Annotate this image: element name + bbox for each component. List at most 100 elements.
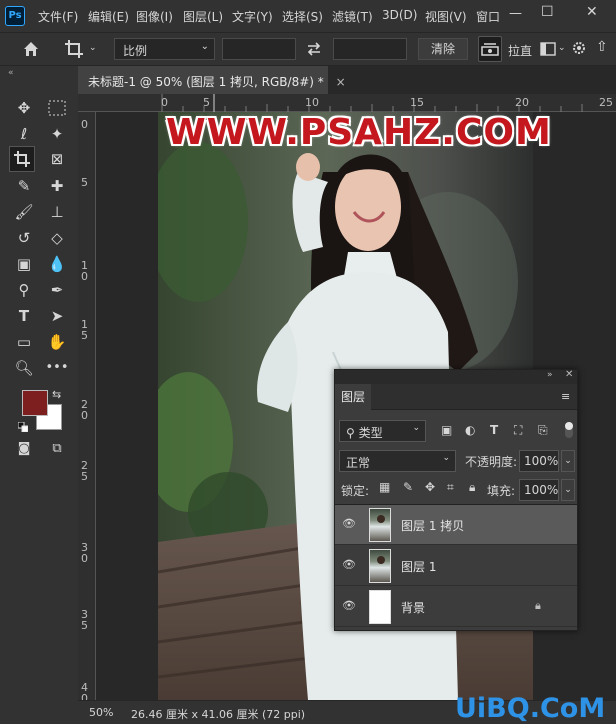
visibility-eye-icon[interactable]: 👁︎ [341, 558, 357, 571]
default-colors-icon[interactable] [17, 421, 29, 433]
crop-tool-icon[interactable] [9, 146, 35, 172]
dodge-tool-icon[interactable]: ⚲ [11, 277, 37, 303]
collapse-icon[interactable]: » [547, 370, 553, 380]
pen-tool-icon[interactable]: ✒ [44, 277, 70, 303]
quick-mask-icon[interactable]: ◙ [11, 436, 37, 462]
ruler-tick-label: 10 [305, 96, 319, 109]
collapse-icon[interactable]: « [8, 68, 14, 78]
magic-wand-tool-icon[interactable]: ✦ [44, 121, 70, 147]
path-selection-tool-icon[interactable]: ➤ [44, 303, 70, 329]
ratio-select[interactable]: 比例 ⌄ [114, 38, 215, 60]
move-tool-icon[interactable]: ✥ [11, 95, 37, 121]
menu-layer[interactable]: 图层(L) [183, 8, 223, 25]
tab-layers[interactable]: 图层 [335, 384, 371, 410]
grid-overlay-icon[interactable] [540, 42, 556, 56]
hand-tool-icon[interactable]: ✋ [44, 329, 70, 355]
level-icon [481, 43, 499, 56]
blend-mode-select[interactable]: 正常 ⌄ [339, 450, 456, 472]
menu-type[interactable]: 文字(Y) [232, 8, 273, 25]
visibility-eye-icon[interactable]: 👁︎ [341, 599, 357, 612]
swap-icon[interactable] [306, 41, 322, 57]
swap-colors-icon[interactable]: ⇆ [52, 388, 61, 401]
chevron-down-icon[interactable]: ⌄ [89, 43, 97, 53]
adjustment-filter-icon[interactable]: ◐ [465, 423, 475, 437]
rectangle-tool-icon[interactable]: ▭ [11, 329, 37, 355]
menu-window[interactable]: 窗口 [476, 8, 500, 25]
maximize-icon[interactable]: ☐ [541, 4, 554, 20]
menu-view[interactable]: 视图(V) [425, 8, 467, 25]
layer-name: 背景 [401, 601, 426, 615]
layer-row[interactable]: 👁︎ 图层 1 [335, 546, 577, 586]
settings-icon[interactable] [571, 40, 587, 56]
menu-file[interactable]: 文件(F) [38, 8, 78, 25]
type-tool-icon[interactable]: T [11, 303, 37, 329]
healing-brush-tool-icon[interactable]: ✚ [44, 173, 70, 199]
chevron-down-icon[interactable]: ⌄ [561, 479, 575, 501]
smart-object-filter-icon[interactable]: ⎘ [538, 423, 548, 438]
type-filter-icon[interactable]: T [490, 423, 498, 437]
tab-close-icon[interactable]: × [336, 75, 346, 89]
minimize-icon[interactable]: — [509, 6, 522, 21]
foreground-color-swatch[interactable] [22, 390, 48, 416]
lock-position-icon[interactable]: ✥ [425, 480, 435, 494]
crop-icon[interactable] [64, 39, 84, 59]
blur-tool-icon[interactable]: 💧 [44, 251, 70, 277]
marquee-tool-icon[interactable] [44, 95, 70, 121]
screen-mode-icon[interactable]: ⧉ [44, 436, 70, 462]
share-icon[interactable]: ⇧ [596, 39, 608, 55]
opacity-input[interactable]: 100% [519, 450, 559, 472]
eraser-tool-icon[interactable]: ◇ [44, 225, 70, 251]
straighten-label: 拉直 [508, 44, 533, 58]
panel-menu-icon[interactable]: ≡ [561, 390, 570, 403]
stamp-tool-icon[interactable]: ⊥ [44, 199, 70, 225]
lock-artboard-icon[interactable]: ⌗ [447, 480, 454, 495]
menu-filter[interactable]: 滤镜(T) [332, 8, 373, 25]
pixel-filter-icon[interactable]: ▣ [441, 423, 452, 437]
more-tools-icon[interactable]: ••• [44, 355, 70, 381]
ruler-tick-label: 5 [81, 176, 88, 189]
menu-3d[interactable]: 3D(D) [382, 8, 417, 22]
layer-row[interactable]: 👁︎ 图层 1 拷贝 [335, 505, 577, 545]
zoom-level[interactable]: 50% [89, 706, 113, 719]
horizontal-ruler: 0 5 10 15 20 25 [78, 94, 616, 112]
lasso-tool-icon[interactable]: ℓ [11, 121, 37, 147]
chevron-down-icon[interactable]: ⌄ [558, 43, 566, 53]
history-brush-tool-icon[interactable]: ↺ [11, 225, 37, 251]
ruler-tick-label: 20 [515, 96, 529, 109]
options-bar: ⌄ 比例 ⌄ 清除 拉直 ⌄ ⇧ [0, 32, 616, 66]
search-icon: ⚲ [346, 426, 355, 440]
layer-row[interactable]: 👁︎ 背景 🔒︎ [335, 587, 577, 627]
fill-label: 填充: [487, 484, 516, 498]
menu-edit[interactable]: 编辑(E) [88, 8, 129, 25]
chevron-down-icon[interactable]: ⌄ [561, 450, 575, 472]
straighten-button[interactable] [478, 36, 502, 62]
layer-kind-filter[interactable]: ⚲ 类型 ⌄ [339, 420, 426, 442]
close-icon[interactable]: ✕ [565, 369, 573, 380]
tools-panel: « ✥ ℓ ✦ ⊠ ✎ ✚ 🖌 ⊥ ↺ ◇ ▣ 💧 ⚲ ✒ T ➤ ▭ ✋ 🔍︎… [0, 66, 78, 724]
lock-label: 锁定: [341, 484, 370, 498]
filter-toggle[interactable] [565, 422, 573, 438]
layer-thumbnail [369, 508, 391, 542]
lock-all-icon[interactable]: 🔒︎ [469, 480, 475, 495]
visibility-eye-icon[interactable]: 👁︎ [341, 517, 357, 530]
fill-input[interactable]: 100% [519, 479, 559, 501]
clear-button[interactable]: 清除 [418, 38, 468, 60]
layer-list: 👁︎ 图层 1 拷贝 👁︎ 图层 1 👁︎ 背景 🔒︎ [335, 504, 577, 628]
gradient-tool-icon[interactable]: ▣ [11, 251, 37, 277]
eyedropper-tool-icon[interactable]: ✎ [11, 173, 37, 199]
frame-tool-icon[interactable]: ⊠ [44, 146, 70, 172]
lock-pixels-icon[interactable]: ✎ [403, 480, 413, 494]
home-icon[interactable] [22, 40, 40, 58]
close-icon[interactable]: ✕ [586, 4, 598, 20]
brush-tool-icon[interactable]: 🖌 [11, 199, 37, 225]
shape-filter-icon[interactable]: ⛶ [514, 423, 522, 438]
height-input[interactable] [333, 38, 407, 60]
menu-select[interactable]: 选择(S) [282, 8, 323, 25]
lock-icon: 🔒︎ [535, 599, 541, 612]
width-input[interactable] [222, 38, 296, 60]
panel-header[interactable]: » ✕ [335, 369, 577, 384]
zoom-tool-icon[interactable]: 🔍︎ [11, 355, 37, 381]
document-tab[interactable]: 未标题-1 @ 50% (图层 1 拷贝, RGB/8#) * × [78, 66, 346, 94]
lock-transparency-icon[interactable]: ▦ [379, 480, 390, 494]
menu-image[interactable]: 图像(I) [136, 8, 173, 25]
